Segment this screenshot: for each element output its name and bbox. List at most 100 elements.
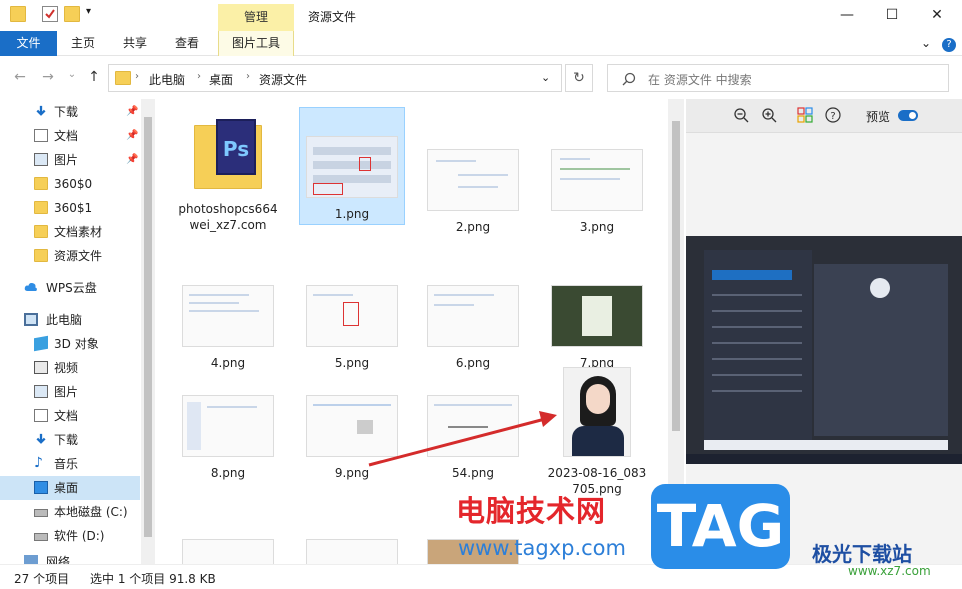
question-icon: ?	[825, 107, 841, 123]
picture-icon	[34, 385, 48, 398]
folder-icon	[115, 71, 131, 85]
folder-icon	[34, 201, 48, 214]
search-placeholder: 在 资源文件 中搜索	[648, 73, 752, 87]
cloud-icon	[24, 282, 37, 291]
sidebar-item-pictures[interactable]: 图片 📌	[0, 148, 140, 172]
grid-view-button[interactable]	[796, 107, 814, 125]
breadcrumb-desktop[interactable]: 桌面	[209, 71, 233, 88]
search-icon	[622, 72, 636, 86]
navigation-pane: 下载 📌 文档 📌 图片 📌 360$0 360$1 文档素材 资源文件 WPS…	[0, 99, 156, 564]
recent-locations-button[interactable]: ⌄	[62, 69, 82, 87]
preview-image	[686, 236, 962, 464]
sidebar-item-label: 音乐	[54, 457, 79, 471]
sidebar-item-this-pc[interactable]: 此电脑	[0, 308, 140, 332]
cube-icon	[34, 335, 48, 352]
search-input[interactable]: 在 资源文件 中搜索	[607, 64, 949, 92]
sidebar-item-wps-cloud[interactable]: WPS云盘	[0, 276, 140, 300]
close-button[interactable]: ✕	[914, 4, 960, 26]
new-folder-icon[interactable]	[64, 6, 80, 22]
folder-icon	[34, 177, 48, 190]
sidebar-item-downloads-pc[interactable]: 下载	[0, 428, 140, 452]
sidebar-item-network[interactable]: 网络	[0, 550, 140, 564]
sidebar-item-drive-c[interactable]: 本地磁盘 (C:)	[0, 500, 140, 524]
sidebar-item-label: 文档	[54, 409, 79, 423]
tab-share[interactable]: 共享	[114, 31, 156, 56]
sidebar-item-downloads[interactable]: 下载 📌	[0, 100, 140, 124]
back-button[interactable]: ←	[10, 69, 30, 87]
download-icon	[36, 105, 46, 116]
zoom-in-icon	[762, 108, 777, 123]
breadcrumb-this-pc[interactable]: 此电脑	[149, 71, 185, 88]
scrollbar-thumb[interactable]	[144, 117, 152, 537]
preview-toggle[interactable]	[898, 110, 918, 121]
window-title: 资源文件	[308, 10, 357, 24]
sidebar-item-videos[interactable]: 视频	[0, 356, 140, 380]
sidebar-item-drive-d[interactable]: 软件 (D:)	[0, 524, 140, 548]
tab-picture-tools[interactable]: 图片工具	[218, 31, 294, 56]
pin-icon[interactable]: 📌	[126, 100, 138, 124]
sidebar-item-resources[interactable]: 资源文件	[0, 244, 140, 268]
sidebar-item-label: 图片	[54, 153, 79, 167]
menu-line	[712, 310, 802, 312]
refresh-button[interactable]: ↻	[565, 64, 593, 92]
preview-menu-right	[814, 264, 948, 436]
watermark-site-url: www.tagxp.com	[458, 536, 626, 560]
tab-file[interactable]: 文件	[0, 31, 57, 56]
help-button[interactable]: ?	[824, 107, 842, 125]
sidebar-item-label: 本地磁盘 (C:)	[54, 505, 128, 519]
zoom-in-button[interactable]	[760, 107, 778, 125]
zoom-out-icon	[734, 108, 749, 123]
ribbon-collapse-button[interactable]: ⌄	[918, 31, 934, 56]
drive-icon	[34, 533, 48, 541]
pin-icon[interactable]: 📌	[126, 124, 138, 148]
help-button[interactable]: ?	[940, 31, 958, 56]
scrollbar-thumb[interactable]	[672, 121, 680, 431]
watermark-site-name: 电脑技术网	[456, 494, 607, 528]
forward-button[interactable]: →	[38, 69, 58, 87]
preview-searchbar	[704, 440, 948, 450]
zoom-out-button[interactable]	[732, 107, 750, 125]
drive-icon	[34, 509, 48, 517]
video-icon	[34, 361, 48, 374]
sidebar-item-label: 软件 (D:)	[54, 529, 105, 543]
menu-line	[712, 374, 802, 376]
desktop-icon	[34, 481, 48, 494]
preview-menu-left	[704, 250, 812, 450]
minimize-button[interactable]: —	[824, 4, 870, 26]
maximize-button[interactable]: ☐	[869, 4, 915, 26]
watermark-tag-logo: TAG	[651, 484, 790, 569]
download-icon	[36, 433, 46, 444]
sidebar-item-360-1[interactable]: 360$1	[0, 196, 140, 220]
folder-icon	[34, 249, 48, 262]
breadcrumb-resources[interactable]: 资源文件	[259, 71, 307, 88]
tab-home[interactable]: 主页	[62, 31, 104, 56]
properties-icon[interactable]	[42, 6, 58, 22]
sidebar-item-desktop[interactable]: 桌面	[0, 476, 140, 500]
sidebar-item-pictures-pc[interactable]: 图片	[0, 380, 140, 404]
sidebar-item-3d-objects[interactable]: 3D 对象	[0, 332, 140, 356]
sidebar-item-music[interactable]: ♪ 音乐	[0, 452, 140, 476]
sidebar-item-documents[interactable]: 文档 📌	[0, 124, 140, 148]
network-icon	[24, 555, 38, 564]
menu-line	[712, 294, 802, 296]
pin-icon[interactable]: 📌	[126, 148, 138, 172]
sidebar-item-doc-materials[interactable]: 文档素材	[0, 220, 140, 244]
tab-view[interactable]: 查看	[166, 31, 208, 56]
sidebar-item-label: 下载	[54, 433, 79, 447]
up-button[interactable]: ↑	[84, 69, 104, 87]
menu-line	[712, 358, 802, 360]
customize-quick-access-icon[interactable]: ▾	[86, 6, 102, 22]
chevron-right-icon: ›	[197, 71, 201, 82]
sidebar-item-documents-pc[interactable]: 文档	[0, 404, 140, 428]
manage-tab[interactable]: 管理	[218, 4, 294, 31]
chevron-right-icon: ›	[135, 71, 139, 82]
address-dropdown-button[interactable]: ⌄	[541, 71, 550, 84]
sidebar-item-label: 视频	[54, 361, 79, 375]
address-box[interactable]: › 此电脑 › 桌面 › 资源文件 ⌄	[108, 64, 562, 92]
selection-info: 选中 1 个项目 91.8 KB	[90, 572, 216, 586]
sidebar-item-label: 桌面	[54, 481, 79, 495]
sidebar-scrollbar[interactable]	[141, 99, 155, 564]
sidebar-item-label: 360$1	[54, 201, 93, 215]
sidebar-item-360-0[interactable]: 360$0	[0, 172, 140, 196]
folder-icon	[34, 225, 48, 238]
